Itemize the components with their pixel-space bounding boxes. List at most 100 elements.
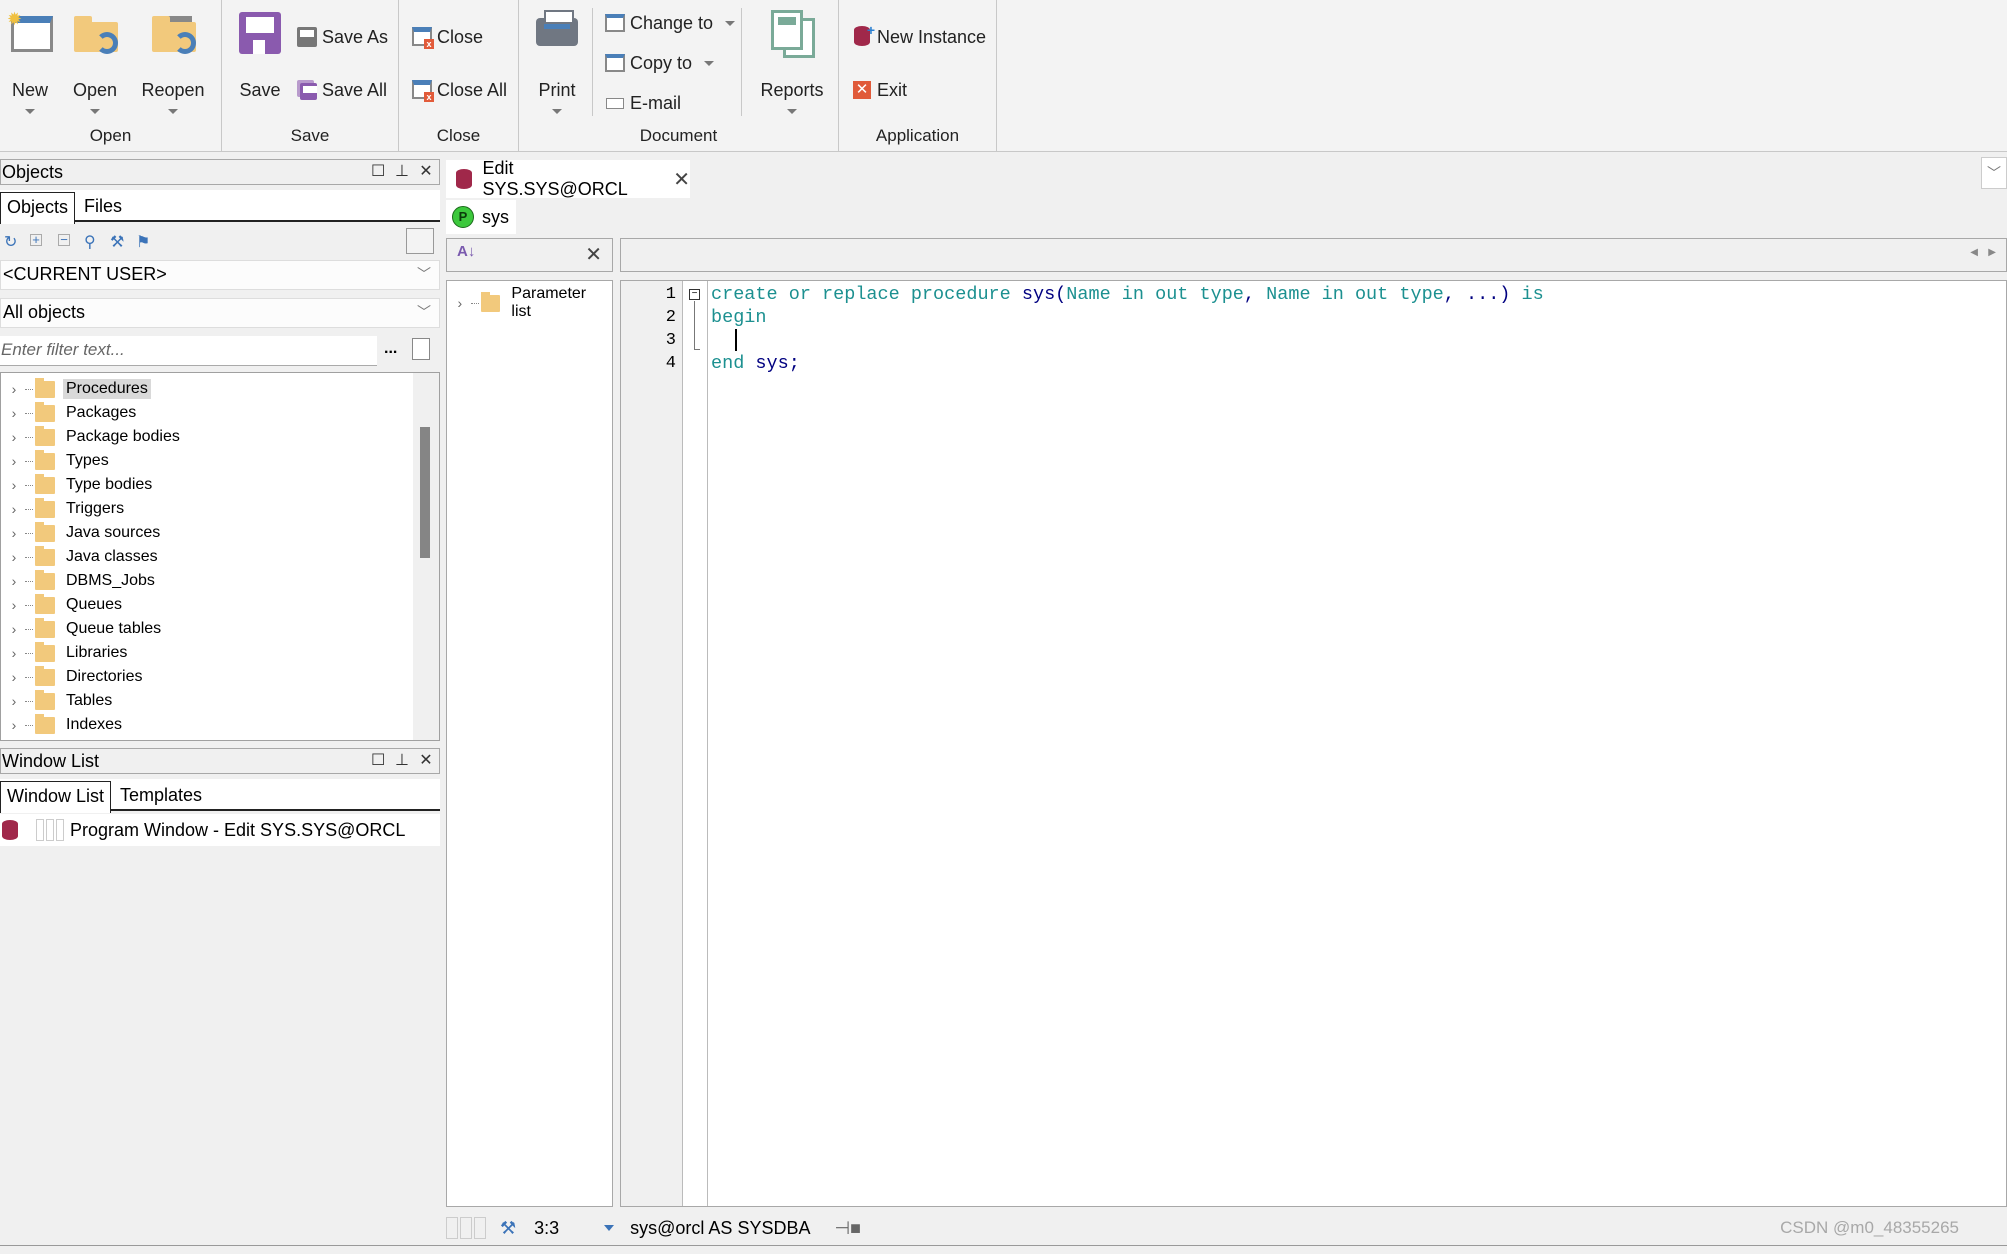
tree-item-parameter-list[interactable]: › Parameter list <box>447 285 612 320</box>
tree-item[interactable]: › Directories <box>1 665 145 689</box>
close-icon[interactable]: ✕ <box>419 749 433 773</box>
text-caret <box>735 329 737 351</box>
folder-icon <box>35 425 55 446</box>
tree-item[interactable]: › Packages <box>1 401 139 425</box>
tree-item[interactable]: › DBMS_Jobs <box>1 569 158 593</box>
refresh-icon[interactable]: ↻ <box>4 232 17 252</box>
folder-icon <box>35 401 55 422</box>
filter-icon[interactable]: ⚒ <box>110 232 124 252</box>
tab-objects[interactable]: Objects <box>0 192 76 224</box>
pin-icon[interactable]: ⊣■ <box>834 1218 861 1239</box>
tab-files[interactable]: Files <box>78 192 128 222</box>
tree-item[interactable]: › Tables <box>1 689 115 713</box>
panel-option-box[interactable] <box>406 228 434 254</box>
expand-all-icon[interactable]: + <box>30 233 42 246</box>
expand-icon[interactable]: › <box>3 597 25 613</box>
folder-icon <box>35 497 55 518</box>
close-icon[interactable]: ✕ <box>419 160 433 184</box>
new-instance-button[interactable]: + New Instance <box>851 22 986 52</box>
window-list-tabstrip: Window List Templates <box>0 779 440 813</box>
folder-icon <box>35 617 55 638</box>
close-button[interactable]: x Close <box>411 22 483 52</box>
object-type-combo[interactable]: All objects ﹀ <box>0 298 440 328</box>
expand-icon[interactable]: › <box>3 525 25 541</box>
window-list-item[interactable]: Program Window - Edit SYS.SYS@ORCL <box>0 814 440 846</box>
expand-icon[interactable]: › <box>449 295 471 311</box>
folder-filter-icon[interactable]: ⚑ <box>136 232 150 252</box>
folder-icon <box>480 291 501 312</box>
change-to-button[interactable]: Change to <box>604 8 736 38</box>
expand-icon[interactable]: › <box>3 669 25 685</box>
tree-item[interactable]: › Types <box>1 449 112 473</box>
parameter-tree: › Parameter list <box>446 280 613 1207</box>
line-number: 4 <box>665 354 676 373</box>
tree-scrollbar[interactable] <box>413 373 439 740</box>
maximize-icon[interactable]: ☐ <box>371 160 385 184</box>
line-number: 2 <box>665 308 676 327</box>
tree-item[interactable]: › Indexes <box>1 713 125 737</box>
print-button[interactable]: Print <box>527 10 587 114</box>
copy-to-button[interactable]: Copy to <box>604 48 715 78</box>
expand-icon[interactable]: › <box>3 717 25 733</box>
expand-icon[interactable]: › <box>3 381 25 397</box>
expand-icon[interactable]: › <box>3 501 25 517</box>
tabs-dropdown-button[interactable]: ﹀ <box>1981 157 2007 189</box>
code-editor[interactable]: 1234 − create or replace procedure sys(N… <box>620 280 2007 1207</box>
connection-label[interactable]: sys@orcl AS SYSDBA <box>630 1218 810 1239</box>
expand-icon[interactable]: › <box>3 621 25 637</box>
editor-nav-bar: ◀ ▶ <box>620 238 2007 272</box>
connection-dropdown-icon[interactable] <box>604 1225 615 1231</box>
new-filter-icon[interactable] <box>412 338 430 360</box>
user-combo[interactable]: <CURRENT USER> ﹀ <box>0 260 440 290</box>
open-button[interactable]: Open <box>65 10 125 114</box>
close-tab-icon[interactable]: ✕ <box>673 167 690 192</box>
object-tree: › Procedures › Packages › Package bodies › Type… <box>0 372 440 741</box>
expand-icon[interactable]: › <box>3 549 25 565</box>
pin-icon[interactable]: ⊥ <box>395 749 409 773</box>
tree-item[interactable]: › Java sources <box>1 521 163 545</box>
ribbon-group-save: Save Save As Save All Save <box>222 0 399 152</box>
collapse-all-icon[interactable]: − <box>58 233 70 246</box>
scroll-right-icon[interactable]: ▶ <box>1988 247 1996 258</box>
close-all-button[interactable]: x Close All <box>411 75 507 105</box>
expand-icon[interactable]: › <box>3 453 25 469</box>
save-as-button[interactable]: Save As <box>296 22 388 52</box>
tab-templates[interactable]: Templates <box>114 781 208 811</box>
scroll-left-icon[interactable]: ◀ <box>1970 247 1978 258</box>
reports-button[interactable]: Reports <box>757 10 827 114</box>
close-icon[interactable]: ✕ <box>585 242 602 267</box>
expand-icon[interactable]: › <box>3 645 25 661</box>
save-button[interactable]: Save <box>230 10 290 101</box>
find-icon[interactable]: ⚲ <box>84 232 96 252</box>
tree-item[interactable]: › Java classes <box>1 545 161 569</box>
reopen-button[interactable]: Reopen <box>140 10 206 114</box>
sort-az-icon[interactable]: A↓ <box>457 243 475 260</box>
expand-icon[interactable]: › <box>3 573 25 589</box>
new-button[interactable]: ✹ New <box>0 10 60 114</box>
document-tab[interactable]: Edit SYS.SYS@ORCL ✕ <box>446 158 690 199</box>
maximize-icon[interactable]: ☐ <box>371 749 385 773</box>
pin-icon[interactable]: ⊥ <box>395 160 409 184</box>
save-all-button[interactable]: Save All <box>296 75 387 105</box>
group-label-document: Document <box>639 126 718 145</box>
expand-icon[interactable]: › <box>3 429 25 445</box>
filter-input[interactable]: Enter filter text... <box>0 336 377 366</box>
expand-icon[interactable]: › <box>3 405 25 421</box>
expand-icon[interactable]: › <box>3 693 25 709</box>
tree-item[interactable]: › Type bodies <box>1 473 155 497</box>
tab-window-list[interactable]: Window List <box>0 781 112 813</box>
tree-item[interactable]: › Libraries <box>1 641 130 665</box>
tree-item[interactable]: › Package bodies <box>1 425 183 449</box>
tree-item[interactable]: › Procedures <box>1 377 151 401</box>
filter-more-button[interactable]: ... <box>384 340 397 358</box>
exit-button[interactable]: ✕ Exit <box>851 75 907 105</box>
tree-item[interactable]: › Triggers <box>1 497 127 521</box>
email-button[interactable]: E-mail <box>604 88 681 118</box>
tree-item[interactable]: › Queues <box>1 593 125 617</box>
expand-icon[interactable]: › <box>3 477 25 493</box>
code-line: create or replace procedure sys(Name in … <box>711 284 1544 305</box>
program-unit-tab[interactable]: P sys <box>446 200 516 234</box>
tree-scroll-thumb[interactable] <box>420 427 430 558</box>
tree-item[interactable]: › Queue tables <box>1 617 164 641</box>
fold-collapse-icon[interactable]: − <box>689 289 700 300</box>
